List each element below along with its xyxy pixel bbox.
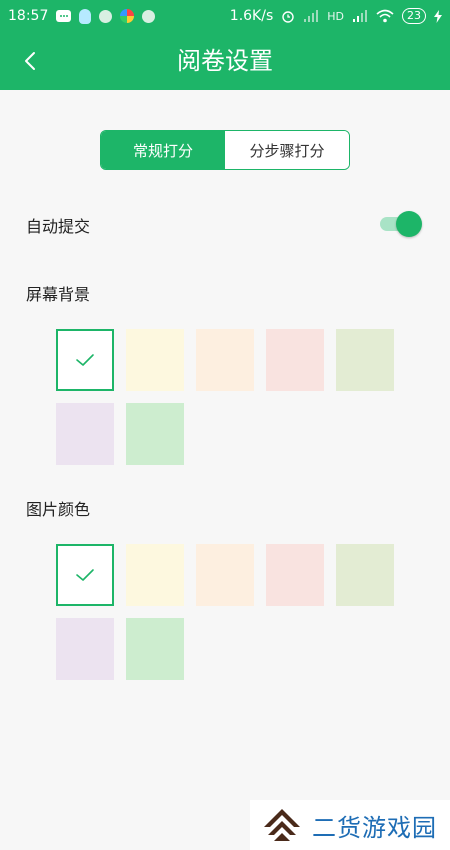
chevron-left-icon	[25, 52, 35, 70]
screen-bg-swatch-yellow[interactable]	[126, 329, 184, 391]
status-bar: 18:57 1.6K/s HD 23	[0, 0, 450, 32]
image-color-swatches	[56, 544, 396, 680]
app-bar: 阅卷设置	[0, 32, 450, 90]
scoring-mode-tabs: 常规打分 分步骤打分	[100, 130, 350, 170]
page-title: 阅卷设置	[177, 47, 273, 75]
screen-bg-swatch-olive[interactable]	[336, 329, 394, 391]
image-color-swatch-yellow[interactable]	[126, 544, 184, 606]
status-time: 18:57	[8, 8, 49, 24]
screen-background-swatches	[56, 329, 396, 465]
check-icon	[76, 354, 94, 366]
auto-submit-toggle[interactable]	[380, 211, 422, 237]
image-color-swatch-green[interactable]	[126, 618, 184, 680]
watermark-text: 二货游戏园	[312, 813, 437, 842]
qq-notification-icon	[79, 8, 92, 24]
message-notification-icon	[56, 10, 72, 22]
watermark: 二货游戏园	[250, 800, 450, 850]
screen-bg-swatch-peach[interactable]	[196, 329, 254, 391]
notification-dot-icon	[99, 9, 113, 23]
app-notification-icon	[120, 9, 135, 23]
status-left: 18:57	[8, 8, 156, 24]
image-color-swatch-pink[interactable]	[266, 544, 324, 606]
toggle-knob	[396, 211, 422, 237]
network-speed: 1.6K/s	[229, 8, 274, 24]
signal-icon	[353, 9, 367, 22]
screen-bg-swatch-white[interactable]	[56, 329, 114, 391]
wifi-icon	[376, 9, 394, 23]
screen-bg-swatch-pink[interactable]	[266, 329, 324, 391]
tab-step-scoring[interactable]: 分步骤打分	[225, 131, 349, 169]
watermark-logo-icon	[264, 809, 300, 841]
charging-icon	[434, 9, 442, 23]
battery-indicator: 23	[402, 8, 426, 24]
image-color-swatch-white[interactable]	[56, 544, 114, 606]
signal-weak-icon	[304, 9, 319, 22]
auto-submit-label: 自动提交	[26, 217, 91, 236]
image-color-swatch-lavender[interactable]	[56, 618, 114, 680]
notification-dot-icon-2	[142, 9, 156, 23]
image-color-label: 图片颜色	[26, 500, 91, 519]
image-color-swatch-peach[interactable]	[196, 544, 254, 606]
status-right: 1.6K/s HD 23	[230, 8, 442, 24]
alarm-icon	[282, 11, 294, 23]
screen-background-label: 屏幕背景	[26, 285, 91, 304]
tab-regular-scoring[interactable]: 常规打分	[101, 131, 225, 169]
hd-indicator: HD	[327, 9, 344, 23]
screen-bg-swatch-green[interactable]	[126, 403, 184, 465]
image-color-swatch-olive[interactable]	[336, 544, 394, 606]
screen-bg-swatch-lavender[interactable]	[56, 403, 114, 465]
back-button[interactable]	[16, 46, 44, 76]
check-icon	[76, 569, 94, 581]
